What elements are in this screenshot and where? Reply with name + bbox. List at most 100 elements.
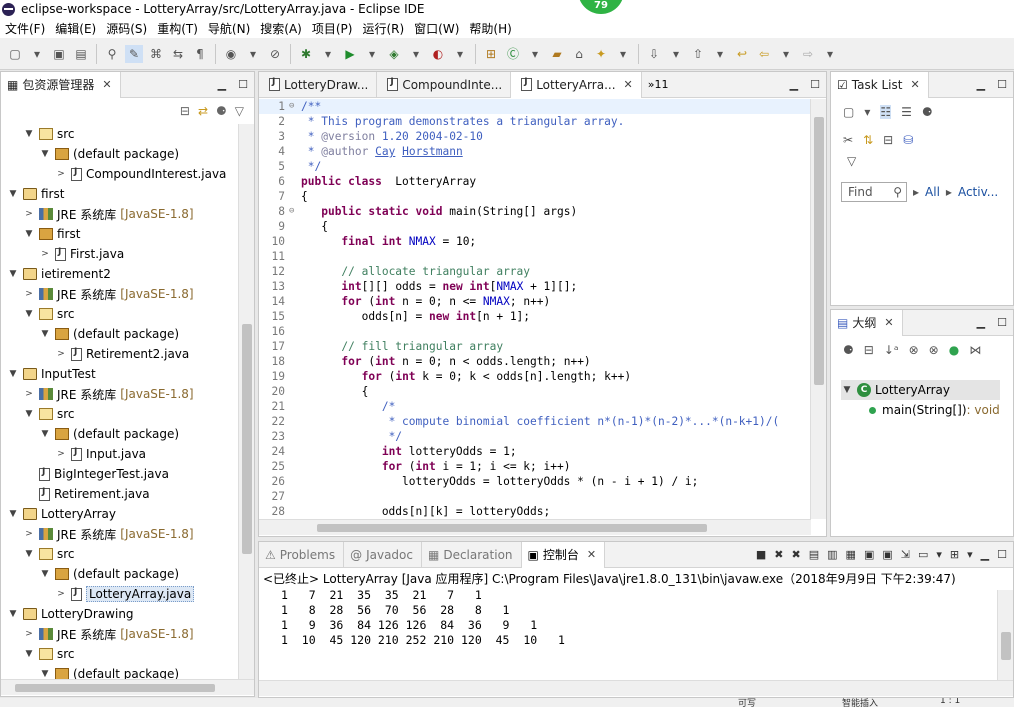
tree-item[interactable]: ▼ first (1, 224, 237, 244)
chevron-right-icon[interactable]: > (23, 209, 35, 219)
tree-item[interactable]: ▼ src (1, 404, 237, 424)
focus-icon[interactable]: ⚈ (922, 105, 933, 119)
display-console-icon[interactable]: ▭ (918, 548, 928, 561)
menu-item-8[interactable]: 窗口(W) (409, 20, 464, 37)
debug-icon[interactable]: ✱ (297, 45, 315, 63)
minimize-icon[interactable]: ▁ (977, 78, 985, 91)
code-line[interactable]: 15 odds[n] = new int[n + 1]; (259, 309, 811, 324)
scroll-thumb[interactable] (1001, 632, 1011, 660)
dropdown-icon[interactable]: ▾ (244, 45, 262, 63)
hide-local-types-icon[interactable]: ⋈ (969, 343, 981, 357)
tree-item[interactable]: ▼ src (1, 304, 237, 324)
tree-item[interactable]: > JRE 系统库 [JavaSE-1.8] (1, 284, 237, 304)
dropdown-icon[interactable]: ▾ (363, 45, 381, 63)
code-line[interactable]: 25 for (int i = 1; i <= k; i++) (259, 459, 811, 474)
outline-method-row[interactable]: main(String[]) : void (841, 400, 1000, 420)
show-stdout-icon[interactable]: ▣ (864, 548, 874, 561)
dropdown-icon[interactable]: ▾ (821, 45, 839, 63)
repository-icon[interactable]: ⛁ (903, 133, 913, 147)
close-icon[interactable]: ✕ (910, 78, 919, 91)
hide-nonpublic-icon[interactable]: ● (949, 343, 959, 357)
dropdown-icon[interactable]: ▾ (614, 45, 632, 63)
dropdown-icon[interactable]: ▾ (864, 105, 870, 119)
chevron-down-icon[interactable]: ▼ (841, 385, 853, 395)
chevron-down-icon[interactable]: ▼ (23, 129, 35, 139)
menu-item-9[interactable]: 帮助(H) (464, 20, 516, 37)
debug-hierarchy-icon[interactable]: ⚲ (103, 45, 121, 63)
dropdown-icon[interactable]: ▾ (667, 45, 685, 63)
tree-item[interactable]: > JRE 系统库 [JavaSE-1.8] (1, 524, 237, 544)
remove-all-icon[interactable]: ✖ (792, 548, 801, 561)
new-java-class-icon[interactable]: Ⓒ (504, 45, 522, 63)
close-icon[interactable]: ✕ (102, 78, 111, 91)
chevron-down-icon[interactable]: ▼ (39, 149, 51, 159)
chevron-down-icon[interactable]: ▼ (7, 609, 19, 619)
chevron-right-icon[interactable]: > (55, 449, 67, 459)
hide-static-icon[interactable]: ⊗ (929, 343, 939, 357)
open-task-icon[interactable]: ⌂ (570, 45, 588, 63)
skip-breakpoints-icon[interactable]: ⊘ (266, 45, 284, 63)
tree-item[interactable]: ▼ (default package) (1, 324, 237, 344)
tab-outline[interactable]: ▤ 大纲 ✕ (831, 309, 903, 336)
chevron-down-icon[interactable]: ▼ (7, 269, 19, 279)
maximize-icon[interactable]: ☐ (810, 78, 820, 91)
minimize-icon[interactable]: ▁ (977, 316, 985, 329)
editor-vertical-scrollbar[interactable] (810, 99, 826, 519)
categorized-icon[interactable]: ☷ (880, 105, 892, 119)
code-line[interactable]: 20 { (259, 384, 811, 399)
code-line[interactable]: 24 int lotteryOdds = 1; (259, 444, 811, 459)
new-java-package-icon[interactable]: ⊞ (482, 45, 500, 63)
show-whitespace-icon[interactable]: ¶ (191, 45, 209, 63)
save-icon[interactable]: ▣ (50, 45, 68, 63)
collapse-icon[interactable]: ⊟ (883, 133, 893, 147)
remove-launch-icon[interactable]: ✖ (774, 548, 783, 561)
scroll-lock-icon[interactable]: ▥ (827, 548, 837, 561)
console-horizontal-scrollbar[interactable] (259, 680, 1013, 696)
terminate-icon[interactable]: ■ (756, 548, 766, 561)
code-line[interactable]: 11 (259, 249, 811, 264)
chevron-down-icon[interactable]: ▼ (23, 549, 35, 559)
run-icon[interactable]: ▶ (341, 45, 359, 63)
code-line[interactable]: 19 for (int k = 0; k < odds[n].length; k… (259, 369, 811, 384)
word-wrap-icon[interactable]: ▦ (846, 548, 856, 561)
tab-package-explorer[interactable]: ▦ 包资源管理器 ✕ (1, 71, 121, 98)
chevron-down-icon[interactable]: ▼ (23, 309, 35, 319)
tab-task-list[interactable]: ☑ Task List ✕ (831, 71, 929, 98)
search-tool-icon[interactable]: ✦ (592, 45, 610, 63)
chevron-right-icon[interactable]: > (23, 389, 35, 399)
tree-item[interactable]: > JRE 系统库 [JavaSE-1.8] (1, 384, 237, 404)
chevron-down-icon[interactable]: ▼ (7, 509, 19, 519)
chevron-down-icon[interactable]: ▼ (23, 649, 35, 659)
outline-class-row[interactable]: ▼ C LotteryArray (841, 380, 1000, 400)
package-horizontal-scrollbar[interactable] (1, 679, 254, 695)
tree-item[interactable]: > Retirement2.java (1, 344, 237, 364)
minimize-icon[interactable]: ▁ (790, 78, 798, 91)
menu-item-0[interactable]: 文件(F) (0, 20, 50, 37)
chevron-down-icon[interactable]: ▼ (7, 189, 19, 199)
menu-item-3[interactable]: 重构(T) (152, 20, 203, 37)
package-vertical-scrollbar[interactable] (238, 124, 254, 679)
dropdown-icon[interactable]: ▾ (936, 548, 942, 561)
coverage-icon[interactable]: ◈ (385, 45, 403, 63)
dropdown-icon[interactable]: ▾ (967, 548, 973, 561)
tree-item[interactable]: ▼ ietirement2 (1, 264, 237, 284)
chevron-down-icon[interactable]: ▼ (7, 369, 19, 379)
maximize-icon[interactable]: ☐ (997, 78, 1007, 91)
console-vertical-scrollbar[interactable] (997, 590, 1013, 680)
dropdown-icon[interactable]: ▾ (407, 45, 425, 63)
code-line[interactable]: 14 for (int n = 0; n <= NMAX; n++) (259, 294, 811, 309)
collapse-icon[interactable]: ⊟ (864, 343, 874, 357)
menu-item-4[interactable]: 导航(N) (203, 20, 255, 37)
minimize-icon[interactable]: ▁ (218, 78, 226, 91)
code-line[interactable]: 23 */ (259, 429, 811, 444)
code-line[interactable]: 16 (259, 324, 811, 339)
menu-item-6[interactable]: 项目(P) (307, 20, 358, 37)
dropdown-icon[interactable]: ▾ (711, 45, 729, 63)
hide-completed-icon[interactable]: ✂ (843, 133, 853, 147)
tree-item[interactable]: ▼ LotteryArray (1, 504, 237, 524)
pen-icon[interactable]: ✎ (125, 44, 143, 63)
tree-item[interactable]: ▼ LotteryDrawing (1, 604, 237, 624)
next-annotation-icon[interactable]: ⇩ (645, 45, 663, 63)
code-line[interactable]: 9 { (259, 219, 811, 234)
prev-edit-icon[interactable]: ⇆ (169, 45, 187, 63)
